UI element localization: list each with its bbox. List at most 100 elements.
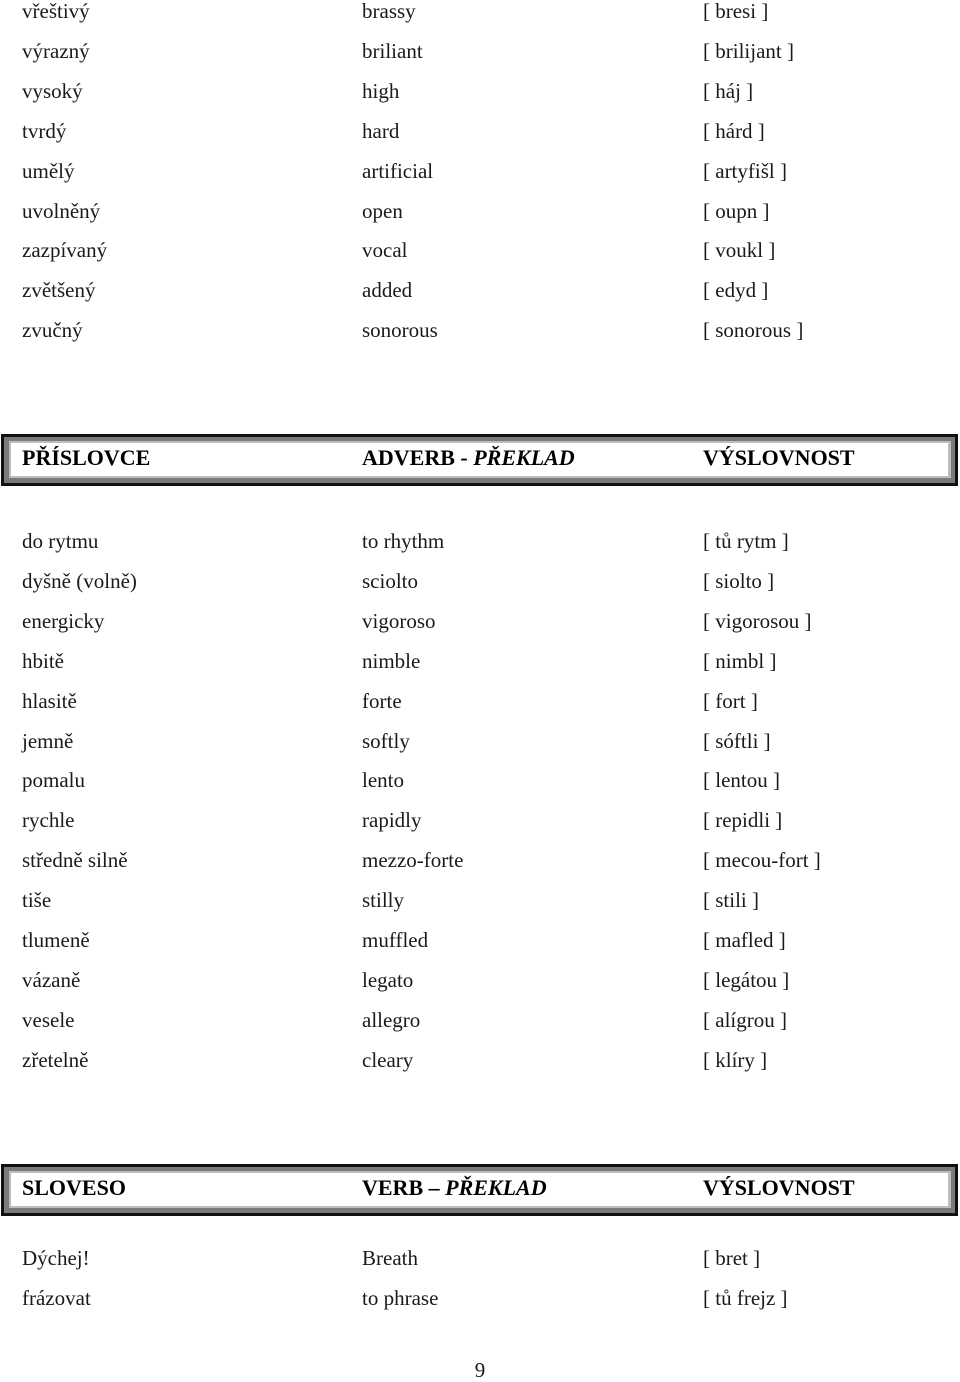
pronunciation: [ háj ]	[703, 78, 754, 103]
english-translation: allegro	[362, 1007, 421, 1032]
english-translation: briliant	[362, 38, 423, 63]
english-translation: vigoroso	[362, 608, 436, 633]
czech-word: jemně	[22, 728, 74, 753]
pronunciation: [ lentou ]	[703, 768, 780, 793]
czech-word: uvolněný	[22, 198, 101, 223]
pronunciation: [ mecou-fort ]	[703, 848, 821, 873]
english-translation: brassy	[362, 0, 416, 23]
czech-word: pomalu	[22, 768, 85, 793]
pronunciation: [ nimbl ]	[703, 648, 777, 673]
czech-word: hbitě	[22, 648, 64, 673]
english-translation: rapidly	[362, 808, 422, 833]
english-translation: to phrase	[362, 1286, 439, 1310]
czech-word: zvětšený	[22, 278, 96, 303]
vocab-row: uvolněný open [ oupn ]	[0, 200, 960, 240]
pronunciation: [ siolto ]	[703, 568, 775, 593]
pronunciation: [ bret ]	[703, 1246, 761, 1270]
vocab-row: pomalu lento [ lentou ]	[0, 769, 960, 809]
czech-word: dyšně (volně)	[22, 568, 137, 593]
czech-word: tvrdý	[22, 118, 67, 143]
czech-word: vřeštivý	[22, 0, 90, 23]
pronunciation: [ legátou ]	[703, 967, 790, 992]
czech-word: do rytmu	[22, 529, 99, 553]
czech-word: zazpívaný	[22, 238, 108, 263]
vocab-row: hlasitě forte [ fort ]	[0, 690, 960, 730]
czech-word: umělý	[22, 158, 75, 183]
pronunciation: [ hárd ]	[703, 118, 765, 143]
pronunciation: [ oupn ]	[703, 198, 770, 223]
czech-word: výrazný	[22, 38, 90, 63]
vocab-row: jemně softly [ sóftli ]	[0, 730, 960, 770]
vocab-row: Dýchej! Breath [ bret ]	[0, 1247, 960, 1287]
czech-word: tlumeně	[22, 928, 90, 952]
vocab-row: tlumeně muffled [ mafled ]	[0, 929, 960, 969]
pronunciation: [ voukl ]	[703, 238, 776, 263]
vocab-row: zvětšený added [ edyd ]	[0, 279, 960, 319]
english-translation: stilly	[362, 888, 405, 913]
english-translation: Breath	[362, 1246, 418, 1270]
english-translation: vocal	[362, 238, 408, 263]
english-translation: to rhythm	[362, 529, 445, 553]
english-translation: cleary	[362, 1047, 414, 1072]
vocab-row: umělý artificial [ artyfišl ]	[0, 160, 960, 200]
vocab-row: zřetelně cleary [ klíry ]	[0, 1049, 960, 1089]
page-number: 9	[474, 1358, 486, 1382]
english-translation: hard	[362, 118, 400, 143]
vocab-row: vřeštivý brassy [ bresi ]	[0, 0, 960, 40]
pronunciation: [ brilijant ]	[703, 38, 794, 63]
vocab-row: tiše stilly [ stili ]	[0, 889, 960, 929]
english-translation: open	[362, 198, 403, 223]
czech-word: frázovat	[22, 1286, 91, 1310]
english-translation: high	[362, 78, 400, 103]
vocab-row: tvrdý hard [ hárd ]	[0, 120, 960, 160]
pronunciation: [ tů rytm ]	[703, 529, 789, 553]
czech-word: energicky	[22, 608, 105, 633]
vocab-row: dyšně (volně) sciolto [ siolto ]	[0, 570, 960, 610]
vocab-row: hbitě nimble [ nimbl ]	[0, 650, 960, 690]
pronunciation: [ tů frejz ]	[703, 1286, 788, 1310]
pronunciation: [ fort ]	[703, 688, 758, 713]
czech-word: Dýchej!	[22, 1246, 90, 1270]
pronunciation: [ sóftli ]	[703, 728, 771, 753]
pronunciation: [ sonorous ]	[703, 318, 804, 343]
pronunciation: [ vigorosou ]	[703, 608, 812, 633]
vocab-row: rychle rapidly [ repidli ]	[0, 809, 960, 849]
czech-word: zvučný	[22, 318, 83, 343]
english-translation: forte	[362, 688, 402, 713]
vocab-row: středně silně mezzo-forte [ mecou-fort ]	[0, 849, 960, 889]
czech-word: zřetelně	[22, 1047, 89, 1072]
czech-word: vesele	[22, 1007, 75, 1032]
english-translation: mezzo-forte	[362, 848, 464, 873]
czech-word: středně silně	[22, 848, 128, 873]
english-translation: sonorous	[362, 318, 438, 343]
vocab-row: zvučný sonorous [ sonorous ]	[0, 319, 960, 359]
english-translation: muffled	[362, 928, 429, 952]
vocab-row: energicky vigoroso [ vigorosou ]	[0, 610, 960, 650]
header-col-pronunciation: VÝSLOVNOST	[703, 445, 855, 470]
pronunciation: [ klíry ]	[703, 1047, 768, 1072]
czech-word: hlasitě	[22, 688, 77, 713]
vocab-row: vesele allegro [ alígrou ]	[0, 1009, 960, 1049]
section-header-adverbs: PŘÍSLOVCE ADVERB - PŘEKLAD VÝSLOVNOST	[1, 434, 958, 486]
pronunciation: [ bresi ]	[703, 0, 769, 23]
header-col-translation: ADVERB - PŘEKLAD	[362, 445, 575, 470]
english-translation: sciolto	[362, 568, 418, 593]
header-col-czech: PŘÍSLOVCE	[22, 445, 151, 470]
english-translation: legato	[362, 967, 414, 992]
czech-word: rychle	[22, 808, 75, 833]
english-translation: added	[362, 278, 413, 303]
pronunciation: [ repidli ]	[703, 808, 783, 833]
pronunciation: [ artyfišl ]	[703, 158, 787, 183]
vocab-row: vysoký high [ háj ]	[0, 80, 960, 120]
english-translation: nimble	[362, 648, 421, 673]
english-translation: lento	[362, 768, 404, 793]
pronunciation: [ edyd ]	[703, 278, 769, 303]
vocab-row: frázovat to phrase [ tů frejz ]	[0, 1287, 960, 1327]
english-translation: artificial	[362, 158, 434, 183]
pronunciation: [ alígrou ]	[703, 1007, 787, 1032]
czech-word: tiše	[22, 888, 52, 913]
vocab-row: výrazný briliant [ brilijant ]	[0, 40, 960, 80]
czech-word: vysoký	[22, 78, 83, 103]
pronunciation: [ stili ]	[703, 888, 759, 913]
header-col-czech: SLOVESO	[22, 1175, 126, 1200]
